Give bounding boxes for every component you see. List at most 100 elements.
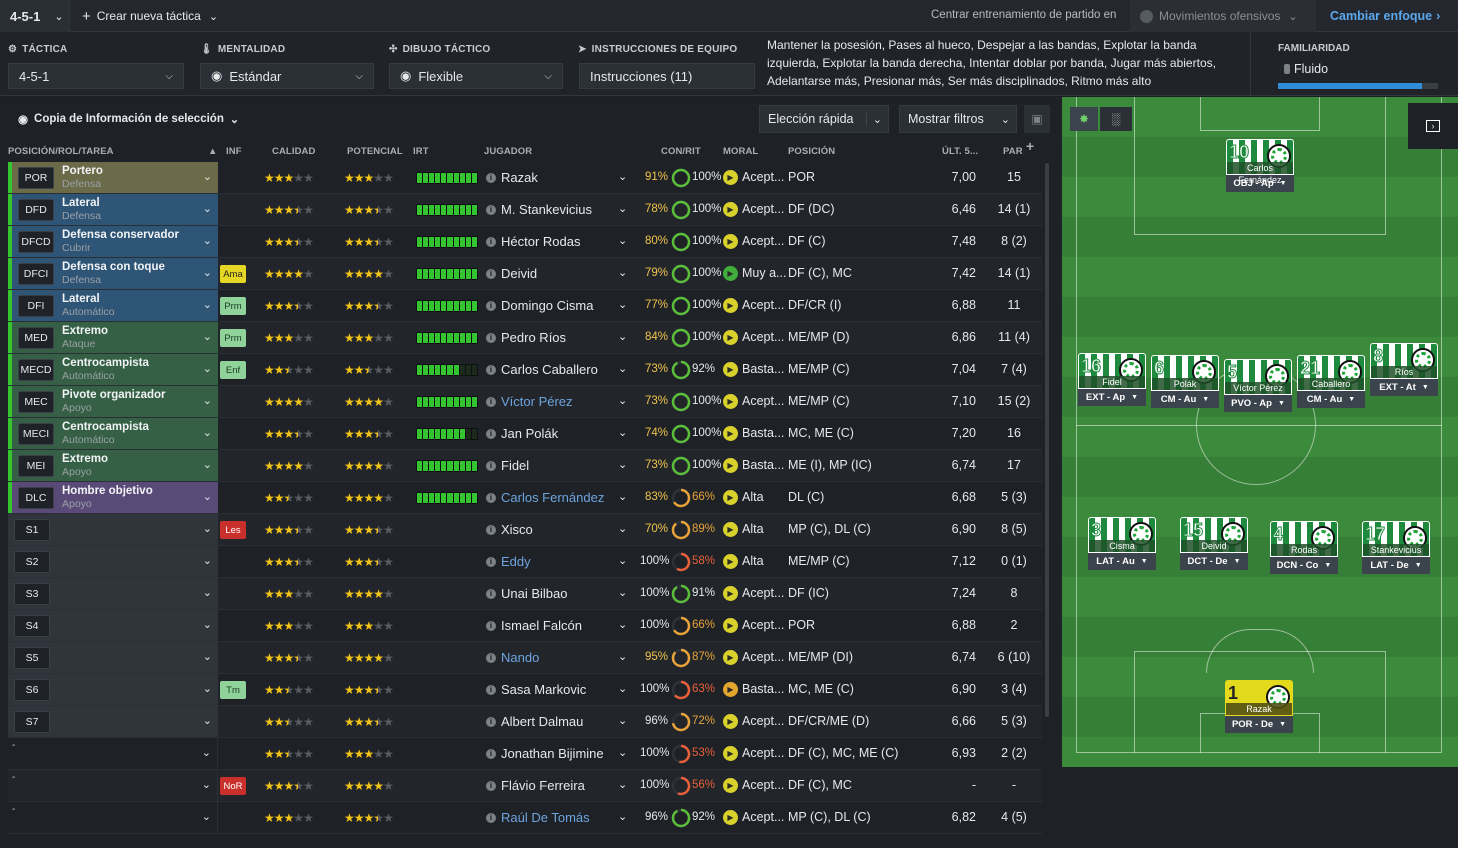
player-name[interactable]: i Nando xyxy=(486,650,539,665)
col-role[interactable]: POSICIÓN/ROL/TAREA xyxy=(8,146,114,157)
card-role[interactable]: LAT - Au ▼ xyxy=(1088,553,1156,570)
player-card[interactable]: 8 Ríos EXT - At ▼ xyxy=(1370,343,1438,396)
chevron-down-icon[interactable]: ⌄ xyxy=(203,234,212,247)
chevron-down-icon[interactable]: ⌄ xyxy=(202,746,211,759)
info-icon[interactable]: i xyxy=(486,716,496,727)
card-role[interactable]: EXT - At ▼ xyxy=(1370,379,1438,396)
player-card[interactable]: 17 Stankevicius LAT - De ▼ xyxy=(1362,521,1430,574)
player-card[interactable]: 15 Deivid DCT - De ▼ xyxy=(1180,517,1248,570)
chevron-down-icon[interactable]: ⌄ xyxy=(618,810,627,823)
card-role[interactable]: LAT - De ▼ xyxy=(1362,557,1430,574)
info-icon[interactable]: i xyxy=(486,524,496,535)
player-name[interactable]: i Flávio Ferreira xyxy=(486,778,585,793)
chevron-down-icon[interactable]: ⌄ xyxy=(203,618,212,631)
role-cell[interactable]: S6 ⌄ xyxy=(8,674,218,705)
chevron-down-icon[interactable]: ⌄ xyxy=(618,490,627,503)
player-name[interactable]: i Domingo Cisma xyxy=(486,298,593,313)
player-card[interactable]: 3 Cisma LAT - Au ▼ xyxy=(1088,517,1156,570)
player-card[interactable]: 4 Rodas DCN - Co ▼ xyxy=(1270,521,1338,574)
info-icon[interactable]: i xyxy=(486,300,496,311)
chevron-down-icon[interactable]: ⌄ xyxy=(203,362,212,375)
chevron-down-icon[interactable]: ⌄ xyxy=(618,330,627,343)
chevron-down-icon[interactable]: ⌄ xyxy=(203,394,212,407)
player-name[interactable]: i Víctor Pérez xyxy=(486,394,573,409)
chevron-down-icon[interactable]: ⌄ xyxy=(618,586,627,599)
chevron-down-icon[interactable]: ⌄ xyxy=(202,778,211,791)
chevron-down-icon[interactable]: ⌄ xyxy=(203,266,212,279)
card-role[interactable]: CM - Au ▼ xyxy=(1297,391,1365,408)
chevron-down-icon[interactable]: ⌄ xyxy=(618,234,627,247)
player-name[interactable]: i Pedro Ríos xyxy=(486,330,566,345)
role-cell[interactable]: S3 ⌄ xyxy=(8,578,218,609)
match-training-select[interactable]: Movimientos ofensivos ⌄ xyxy=(1130,0,1316,32)
player-card[interactable]: 16 Fidel EXT - Ap ▼ xyxy=(1078,353,1146,406)
card-role[interactable]: DCT - De ▼ xyxy=(1180,553,1248,570)
card-role[interactable]: DCN - Co ▼ xyxy=(1270,557,1338,574)
info-icon[interactable]: i xyxy=(486,588,496,599)
role-cell[interactable]: S2 ⌄ xyxy=(8,546,218,577)
info-icon[interactable]: i xyxy=(486,620,496,631)
role-cell[interactable]: DFI Lateral Automático ⌄ xyxy=(8,290,218,321)
info-icon[interactable]: i xyxy=(486,492,496,503)
info-icon[interactable]: i xyxy=(486,460,496,471)
info-icon[interactable]: i xyxy=(486,556,496,567)
table-row[interactable]: S4 ⌄ ★★★★★ ★★★★★ i Ismael Falcón ⌄ 100% 66% ▶ Acep… xyxy=(8,610,1042,642)
table-row[interactable]: S5 ⌄ ★★★★★ ★★★★★ i Nando ⌄ 95% 87% ▶ Acept... ME/MP… xyxy=(8,642,1042,674)
mentality-dropdown[interactable]: ◉ Estándar ⌵ xyxy=(200,63,374,89)
info-icon[interactable]: i xyxy=(486,780,496,791)
role-cell[interactable]: MEI Extremo Apoyo ⌄ xyxy=(8,450,218,481)
role-cell[interactable]: MEC Pivote organizador Apoyo ⌄ xyxy=(8,386,218,417)
player-name[interactable]: i Unai Bilbao xyxy=(486,586,568,601)
col-inf[interactable]: INF xyxy=(226,146,242,157)
pitch-view-button[interactable]: ✸ xyxy=(1070,107,1098,131)
info-icon[interactable]: i xyxy=(486,428,496,439)
player-card[interactable]: 1 Razak POR - De ▼ xyxy=(1225,680,1293,733)
table-row[interactable]: MECI Centrocampista Automático ⌄ ★★★★★ ★★★★★ i… xyxy=(8,418,1042,450)
info-icon[interactable]: i xyxy=(486,396,496,407)
player-card[interactable]: 6 Polák CM - Au ▼ xyxy=(1151,355,1219,408)
chevron-down-icon[interactable]: ⌄ xyxy=(618,266,627,279)
info-icon[interactable]: i xyxy=(486,268,496,279)
expand-panel-button[interactable]: › xyxy=(1408,103,1458,149)
player-name[interactable]: i Raúl De Tomás xyxy=(486,810,590,825)
table-row[interactable]: MECD Centrocampista Automático ⌄ Enf ★★★★★ ★★★… xyxy=(8,354,1042,386)
chevron-down-icon[interactable]: ⌄ xyxy=(618,618,627,631)
player-name[interactable]: i Jan Polák xyxy=(486,426,558,441)
tactic-selector[interactable]: 4-5-1 ⌄ xyxy=(0,0,70,32)
info-icon[interactable]: i xyxy=(486,332,496,343)
table-row[interactable]: DFI Lateral Automático ⌄ Prm ★★★★★ ★★★★★ i Domin… xyxy=(8,290,1042,322)
role-cell[interactable]: MECD Centrocampista Automático ⌄ xyxy=(8,354,218,385)
player-name[interactable]: i Albert Dalmau xyxy=(486,714,583,729)
chevron-down-icon[interactable]: ⌄ xyxy=(618,682,627,695)
info-icon[interactable]: i xyxy=(486,652,496,663)
col-irt[interactable]: IRT xyxy=(413,146,429,157)
chevron-down-icon[interactable]: ⌄ xyxy=(618,522,627,535)
scrollbar[interactable] xyxy=(1045,163,1049,717)
tactic-dropdown[interactable]: 4-5-1 ⌵ xyxy=(8,63,184,89)
change-focus-button[interactable]: Cambiar enfoque › xyxy=(1330,0,1440,32)
player-card[interactable]: 10Carlos FernándezOBJ - Ap▼ xyxy=(1226,139,1294,192)
col-potencial[interactable]: POTENCIAL xyxy=(347,146,403,157)
table-row[interactable]: S6 ⌄ Tm ★★★★★ ★★★★★ i Sasa Markovic ⌄ 100% 63% ▶ Ba… xyxy=(8,674,1042,706)
col-con-rit[interactable]: CON/RIT xyxy=(661,146,701,157)
card-role[interactable]: POR - De ▼ xyxy=(1225,716,1293,733)
chevron-down-icon[interactable]: ⌄ xyxy=(618,746,627,759)
player-name[interactable]: i Ismael Falcón xyxy=(486,618,582,633)
card-role[interactable]: PVO - Ap ▼ xyxy=(1224,395,1292,412)
player-name[interactable]: i Sasa Markovic xyxy=(486,682,586,697)
col-ult5[interactable]: ÚLT. 5... xyxy=(942,146,978,157)
table-row[interactable]: S7 ⌄ ★★★★★ ★★★★★ i Albert Dalmau ⌄ 96% 72% ▶ Acept… xyxy=(8,706,1042,738)
info-icon[interactable]: i xyxy=(486,748,496,759)
create-tactic-button[interactable]: + Crear nueva táctica ⌄ xyxy=(82,0,218,32)
player-name[interactable]: i Xisco xyxy=(486,522,533,537)
player-name[interactable]: i Fidel xyxy=(486,458,529,473)
card-role[interactable]: EXT - Ap ▼ xyxy=(1078,389,1146,406)
quick-pick-button[interactable]: Elección rápida ⌄ xyxy=(759,105,889,133)
chevron-down-icon[interactable]: ⌄ xyxy=(618,394,627,407)
chevron-down-icon[interactable]: ⌄ xyxy=(203,458,212,471)
table-row[interactable]: DFCD Defensa conservador Cubrir ⌄ ★★★★★ ★★★★★… xyxy=(8,226,1042,258)
chevron-down-icon[interactable]: ⌄ xyxy=(203,650,212,663)
role-cell[interactable]: S5 ⌄ xyxy=(8,642,218,673)
table-row[interactable]: MED Extremo Ataque ⌄ Prm ★★★★★ ★★★★★ i Pedro Río… xyxy=(8,322,1042,354)
chevron-down-icon[interactable]: ⌄ xyxy=(618,778,627,791)
